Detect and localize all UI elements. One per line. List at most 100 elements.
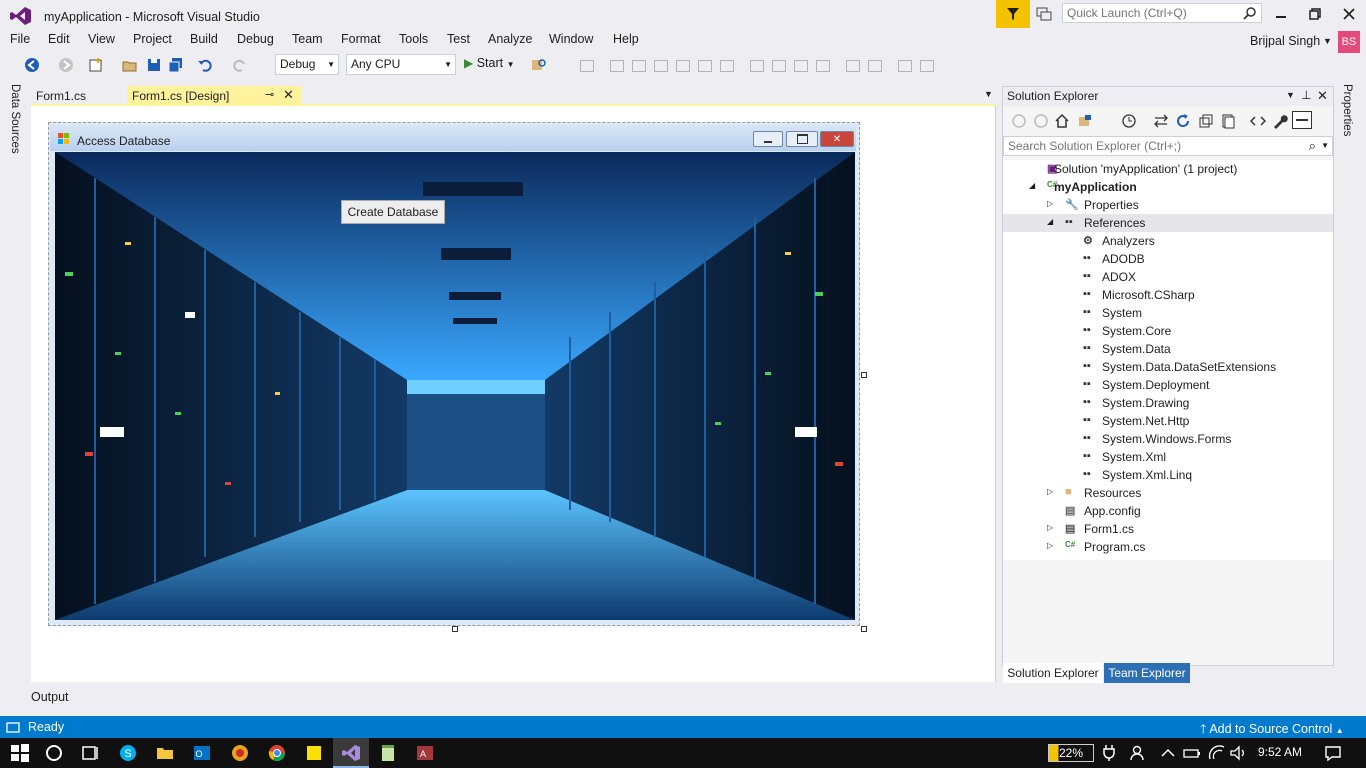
- avatar[interactable]: BS: [1338, 31, 1360, 53]
- close-button[interactable]: [1334, 4, 1364, 24]
- tree-item[interactable]: ▪▪ System.Deployment: [1003, 376, 1333, 394]
- bring-to-front-icon[interactable]: [898, 60, 912, 72]
- battery-indicator[interactable]: 22%: [1048, 744, 1094, 762]
- outlook-icon[interactable]: O: [192, 743, 212, 763]
- tree-item[interactable]: ▪▪ System.Core: [1003, 322, 1333, 340]
- start-debugging-button[interactable]: ▶ Start ▼: [464, 56, 515, 70]
- chevron-up-icon[interactable]: [1158, 743, 1178, 763]
- tree-item[interactable]: ▪▪ ADOX: [1003, 268, 1333, 286]
- align-bottoms-icon[interactable]: [720, 60, 734, 72]
- expanded-arrow-icon[interactable]: ◢: [1029, 181, 1039, 190]
- expanded-arrow-icon[interactable]: ◢: [1047, 217, 1057, 226]
- tab-form1-cs[interactable]: Form1.cs: [31, 86, 127, 105]
- resize-handle-bottom[interactable]: [452, 626, 458, 632]
- data-sources-tab[interactable]: Data Sources: [9, 84, 25, 164]
- tree-item[interactable]: ▪▪ ADODB: [1003, 250, 1333, 268]
- chrome-icon[interactable]: [267, 743, 287, 763]
- tree-item[interactable]: ▪▪ System.Xml: [1003, 448, 1333, 466]
- send-to-back-icon[interactable]: [920, 60, 934, 72]
- close-tab-icon[interactable]: ✕: [283, 87, 294, 103]
- wrench-icon[interactable]: [1272, 113, 1288, 129]
- battery-icon[interactable]: [1182, 743, 1202, 763]
- tree-item[interactable]: ▣ Solution 'myApplication' (1 project): [1003, 160, 1333, 178]
- feedback-icon[interactable]: [1034, 4, 1054, 24]
- notepad-icon[interactable]: [378, 743, 398, 763]
- collapsed-arrow-icon[interactable]: ▷: [1047, 487, 1057, 496]
- app-icon[interactable]: [230, 743, 250, 763]
- chevron-down-icon[interactable]: ▼: [1286, 90, 1295, 100]
- skype-icon[interactable]: S: [118, 743, 138, 763]
- tree-item[interactable]: ▪▪ System.Net.Http: [1003, 412, 1333, 430]
- find-in-files-icon[interactable]: [531, 57, 547, 73]
- action-center-icon[interactable]: [1323, 743, 1343, 763]
- forward-icon[interactable]: [58, 57, 74, 73]
- tree-item[interactable]: ⚙ Analyzers: [1003, 232, 1333, 250]
- chevron-down-icon[interactable]: ▼: [1321, 141, 1329, 150]
- menu-project[interactable]: Project: [133, 32, 172, 46]
- new-project-icon[interactable]: [88, 57, 104, 73]
- people-icon[interactable]: [1128, 743, 1148, 763]
- vertical-spacing-icon[interactable]: [868, 60, 882, 72]
- volume-icon[interactable]: [1228, 743, 1248, 763]
- refresh-icon[interactable]: [1175, 113, 1191, 129]
- create-database-button[interactable]: Create Database: [341, 200, 445, 224]
- user-name[interactable]: Brijpal Singh: [1250, 34, 1320, 48]
- menu-analyze[interactable]: Analyze: [488, 32, 532, 46]
- open-file-icon[interactable]: [122, 57, 138, 73]
- restore-button[interactable]: [1300, 4, 1330, 24]
- solution-platform-select[interactable]: Any CPU ▼: [346, 54, 456, 75]
- access-icon[interactable]: A: [415, 743, 435, 763]
- back-icon[interactable]: [24, 57, 40, 73]
- tree-item[interactable]: ▪▪ System.Data: [1003, 340, 1333, 358]
- menu-view[interactable]: View: [88, 32, 115, 46]
- chevron-down-icon[interactable]: ▼: [1323, 36, 1332, 46]
- properties-tab[interactable]: Properties: [1341, 84, 1357, 164]
- tree-item[interactable]: ◢ C# myApplication: [1003, 178, 1333, 196]
- align-lefts-icon[interactable]: [610, 60, 624, 72]
- collapsed-arrow-icon[interactable]: ▷: [1047, 523, 1057, 532]
- power-plug-icon[interactable]: [1099, 743, 1119, 763]
- menu-team[interactable]: Team: [292, 32, 323, 46]
- switch-views-icon[interactable]: [1077, 113, 1093, 129]
- make-same-size-icon[interactable]: [794, 60, 808, 72]
- align-middles-icon[interactable]: [698, 60, 712, 72]
- tree-item[interactable]: ▪▪ System: [1003, 304, 1333, 322]
- collapsed-arrow-icon[interactable]: ▷: [1047, 199, 1057, 208]
- tree-item[interactable]: ▷ C# Program.cs: [1003, 538, 1333, 556]
- tab-solution-explorer[interactable]: Solution Explorer: [1003, 663, 1103, 683]
- pending-changes-filter-icon[interactable]: [1121, 113, 1137, 129]
- form-maximize-button[interactable]: [786, 131, 818, 147]
- cortana-icon[interactable]: [44, 743, 64, 763]
- quick-launch-input[interactable]: [1063, 4, 1241, 22]
- close-icon[interactable]: ✕: [1317, 88, 1328, 104]
- redo-icon[interactable]: [232, 57, 248, 73]
- tab-form1-cs-design[interactable]: Form1.cs [Design] ⊸ ✕: [127, 86, 301, 105]
- back-icon[interactable]: [1011, 113, 1027, 129]
- forward-icon[interactable]: [1033, 113, 1049, 129]
- file-explorer-icon[interactable]: [155, 743, 175, 763]
- solution-explorer-search-input[interactable]: [1004, 137, 1302, 155]
- make-same-width-icon[interactable]: [750, 60, 764, 72]
- collapsed-arrow-icon[interactable]: ▷: [1047, 541, 1057, 550]
- menu-test[interactable]: Test: [447, 32, 470, 46]
- tree-item[interactable]: ▪▪ Microsoft.CSharp: [1003, 286, 1333, 304]
- tree-item[interactable]: ▪▪ System.Xml.Linq: [1003, 466, 1333, 484]
- chevron-down-icon[interactable]: ▼: [984, 89, 993, 99]
- tree-item[interactable]: ◢ ▪▪ References: [1003, 214, 1333, 232]
- tab-team-explorer[interactable]: Team Explorer: [1104, 663, 1190, 683]
- horizontal-spacing-icon[interactable]: [846, 60, 860, 72]
- preview-selected-items-button[interactable]: [1292, 111, 1312, 129]
- view-code-icon[interactable]: [1250, 113, 1266, 129]
- wifi-icon[interactable]: [1207, 743, 1227, 763]
- sync-with-document-icon[interactable]: [1153, 113, 1169, 129]
- menu-help[interactable]: Help: [613, 32, 639, 46]
- task-view-icon[interactable]: [80, 743, 100, 763]
- align-tops-icon[interactable]: [676, 60, 690, 72]
- show-all-files-icon[interactable]: [1220, 113, 1236, 129]
- menu-edit[interactable]: Edit: [48, 32, 70, 46]
- menu-build[interactable]: Build: [190, 32, 218, 46]
- solution-configuration-select[interactable]: Debug ▼: [275, 54, 339, 75]
- menu-file[interactable]: File: [10, 32, 30, 46]
- menu-window[interactable]: Window: [549, 32, 593, 46]
- sticky-notes-icon[interactable]: [304, 743, 324, 763]
